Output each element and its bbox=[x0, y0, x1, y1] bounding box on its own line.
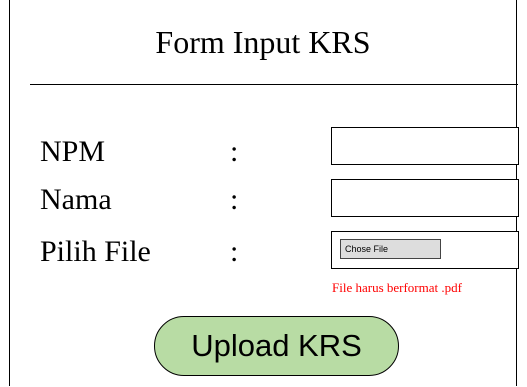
title-divider bbox=[30, 84, 518, 85]
file-label: Pilih File bbox=[40, 235, 151, 268]
file-format-hint: File harus berformat .pdf bbox=[332, 280, 462, 295]
npm-input[interactable] bbox=[331, 127, 519, 165]
npm-label: NPM bbox=[40, 135, 106, 168]
file-input: Chose File bbox=[331, 231, 519, 269]
form-frame: Form Input KRS NPM : Nama : Pilih File :… bbox=[9, 0, 519, 386]
upload-krs-button[interactable]: Upload KRS bbox=[154, 316, 399, 376]
npm-colon: : bbox=[230, 135, 239, 168]
file-colon: : bbox=[230, 235, 239, 268]
nama-input[interactable] bbox=[331, 179, 519, 217]
nama-label: Nama bbox=[40, 183, 112, 216]
nama-colon: : bbox=[230, 183, 239, 216]
form-title: Form Input KRS bbox=[155, 24, 371, 60]
choose-file-button[interactable]: Chose File bbox=[340, 239, 441, 259]
